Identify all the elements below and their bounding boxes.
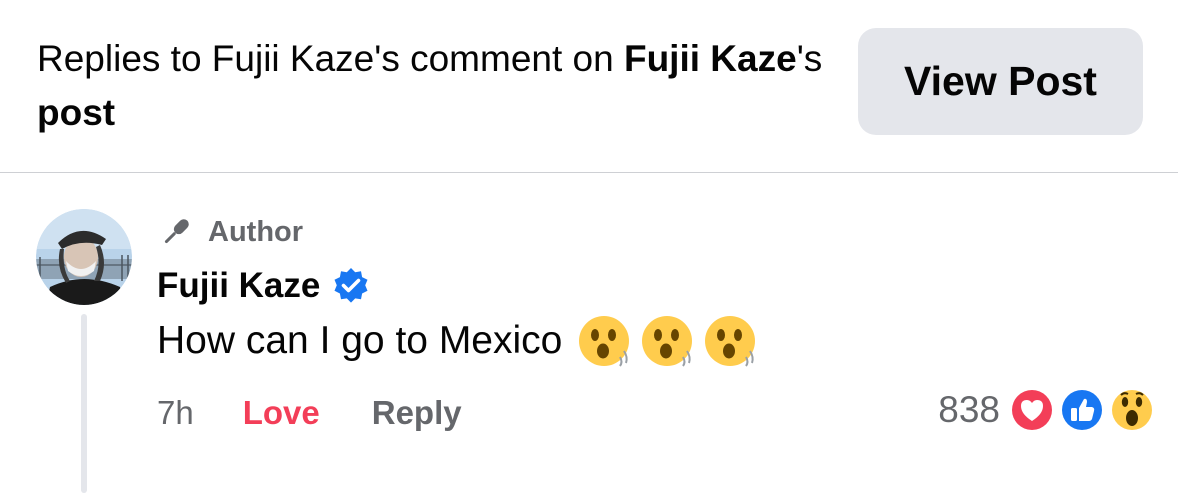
comment-actions: 7h Love Reply: [157, 388, 462, 438]
replies-header: Replies to Fujii Kaze's comment on Fujii…: [0, 0, 1178, 172]
hushed-face-emoji-icon: [705, 316, 756, 367]
reaction-count: 838: [938, 389, 1000, 430]
hushed-face-emoji-icon: [642, 316, 693, 367]
header-divider: [0, 172, 1178, 173]
reaction-icons: [1008, 386, 1156, 434]
verified-badge-icon: [334, 268, 368, 303]
header-title: Replies to Fujii Kaze's comment on Fujii…: [37, 32, 827, 140]
commenter-name-row: Fujii Kaze: [157, 262, 370, 310]
love-button[interactable]: Love: [243, 394, 320, 432]
reaction-summary[interactable]: 838: [938, 384, 1156, 436]
commenter-name[interactable]: Fujii Kaze: [157, 266, 320, 306]
comment-text: How can I go to Mexico: [157, 319, 563, 362]
hushed-face-emoji-icon: [579, 316, 630, 367]
comment-body: How can I go to Mexico: [157, 312, 758, 370]
header-title-prefix: Replies to Fujii Kaze's comment on: [37, 38, 624, 79]
header-title-name[interactable]: Fujii Kaze: [624, 38, 797, 79]
reply-button[interactable]: Reply: [372, 394, 462, 432]
header-title-post[interactable]: post: [37, 92, 115, 133]
microphone-icon: [164, 219, 189, 244]
wow-reaction-icon: [1109, 387, 1155, 433]
header-title-mid: 's: [796, 38, 823, 79]
thread-line: [81, 314, 87, 493]
view-post-button[interactable]: View Post: [858, 28, 1143, 135]
author-badge: Author: [158, 212, 303, 252]
author-badge-label: Author: [208, 215, 304, 248]
comment-timestamp[interactable]: 7h: [157, 394, 194, 432]
like-reaction-icon: [1059, 387, 1105, 433]
avatar[interactable]: [36, 209, 132, 305]
love-reaction-icon: [1009, 387, 1055, 433]
